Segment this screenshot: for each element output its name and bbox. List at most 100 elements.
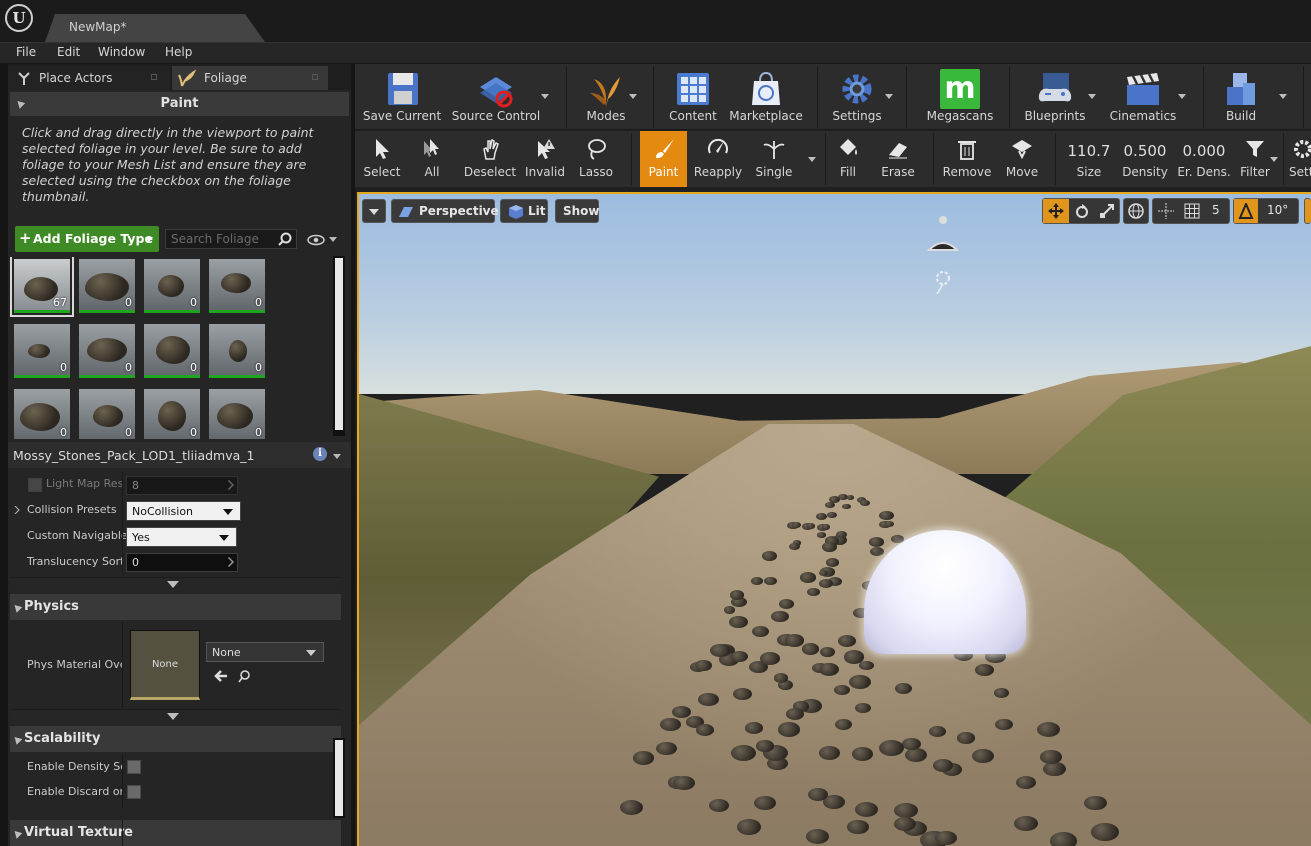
build-dropdown-icon[interactable]: [1279, 94, 1287, 99]
collision-presets-dropdown[interactable]: NoCollision: [126, 501, 241, 521]
select-tool-button[interactable]: Select: [359, 131, 405, 187]
foliage-thumbnail[interactable]: 0: [79, 259, 135, 313]
light-map-checkbox[interactable]: [28, 478, 42, 492]
perspective-button[interactable]: Perspective: [391, 199, 499, 223]
menu-edit[interactable]: Edit: [57, 45, 80, 59]
show-button[interactable]: Show: [555, 199, 600, 223]
expand-arrow-icon[interactable]: [14, 506, 20, 514]
browse-search-icon[interactable]: [238, 670, 251, 683]
settings-dropdown-icon[interactable]: [885, 94, 893, 99]
tab-place-actors[interactable]: Place Actors: [8, 66, 170, 90]
details-scrollbar[interactable]: [333, 738, 345, 818]
foliage-list-scrollbar[interactable]: [333, 256, 345, 436]
blueprints-button[interactable]: Blueprints: [1019, 64, 1091, 130]
build-button[interactable]: Build: [1211, 64, 1271, 130]
chevron-down-icon[interactable]: [332, 452, 342, 462]
map-tab[interactable]: NewMap*: [45, 14, 265, 42]
content-button[interactable]: Content: [661, 64, 725, 130]
use-selected-arrow-icon[interactable]: [214, 670, 228, 682]
phys-material-dropdown[interactable]: None: [206, 642, 324, 662]
menu-file[interactable]: File: [16, 45, 36, 59]
grid-snap-button[interactable]: [1180, 199, 1204, 223]
scrollbar-thumb[interactable]: [335, 740, 343, 816]
menu-help[interactable]: Help: [165, 45, 192, 59]
foliage-thumbnail[interactable]: 0: [14, 389, 70, 439]
foliage-thumbnail[interactable]: 0: [209, 389, 265, 439]
brush-size-field[interactable]: 110.7 Size: [1061, 131, 1117, 187]
world-local-toggle[interactable]: [1123, 198, 1149, 224]
erase-density-field[interactable]: 0.000 Er. Dens.: [1173, 131, 1235, 187]
column-divider[interactable]: [122, 754, 123, 808]
erase-tool-button[interactable]: Erase: [873, 131, 923, 187]
tab-close-icon[interactable]: [312, 74, 318, 80]
info-icon[interactable]: i: [313, 447, 327, 461]
marketplace-button[interactable]: Marketplace: [727, 64, 805, 130]
modes-dropdown-icon[interactable]: [629, 94, 637, 99]
rotation-snap-dropdown[interactable]: 10°: [1259, 199, 1299, 223]
single-instance-button[interactable]: Single: [749, 131, 799, 187]
blueprints-dropdown-icon[interactable]: [1088, 94, 1096, 99]
source-control-button[interactable]: Source Control: [447, 64, 545, 130]
reapply-tool-button[interactable]: Reapply: [693, 131, 743, 187]
megascans-button[interactable]: m Megascans: [923, 64, 997, 130]
source-control-dropdown-icon[interactable]: [541, 94, 549, 99]
save-current-button[interactable]: Save Current: [359, 64, 445, 130]
cinematics-button[interactable]: Cinematics: [1105, 64, 1181, 130]
view-options-dropdown-icon[interactable]: [329, 237, 337, 242]
scale-snap-toggle[interactable]: [1304, 198, 1311, 224]
foliage-thumbnail[interactable]: 0: [209, 324, 265, 378]
single-dropdown-icon[interactable]: [808, 157, 816, 162]
scrollbar-thumb[interactable]: [335, 258, 343, 430]
foliage-thumbnail[interactable]: 67: [10, 257, 74, 317]
advanced-expander[interactable]: [10, 577, 341, 591]
scale-mode-button[interactable]: [1095, 199, 1119, 223]
select-invalid-button[interactable]: Invalid: [521, 131, 569, 187]
search-foliage-input[interactable]: Search Foliage: [165, 229, 297, 249]
lit-button[interactable]: Lit: [500, 199, 548, 223]
paint-section-header[interactable]: Paint: [10, 92, 349, 116]
menu-window[interactable]: Window: [98, 45, 145, 59]
foliage-thumbnail[interactable]: 0: [144, 259, 200, 313]
foliage-settings-button[interactable]: Setti: [1285, 131, 1311, 187]
surface-snap-button[interactable]: [1153, 199, 1179, 223]
discard-checkbox[interactable]: [127, 785, 141, 799]
rotate-mode-button[interactable]: [1070, 199, 1094, 223]
deselect-button[interactable]: Deselect: [459, 131, 521, 187]
lasso-tool-button[interactable]: Lasso: [573, 131, 619, 187]
filter-dropdown-icon[interactable]: [1270, 157, 1278, 162]
translate-mode-button[interactable]: [1043, 199, 1069, 223]
foliage-thumbnail[interactable]: 0: [144, 324, 200, 378]
light-map-field[interactable]: 8: [126, 476, 238, 495]
unreal-logo-icon[interactable]: U: [5, 4, 33, 32]
modes-button[interactable]: Modes: [577, 64, 635, 130]
virtual-texture-category[interactable]: Virtual Texture: [10, 820, 341, 846]
paint-tool-button[interactable]: Paint: [640, 131, 687, 187]
cinematics-dropdown-icon[interactable]: [1178, 94, 1186, 99]
fill-tool-button[interactable]: Fill: [829, 131, 867, 187]
physics-advanced-expander[interactable]: [10, 709, 341, 723]
foliage-thumbnail[interactable]: 0: [14, 324, 70, 378]
physics-category[interactable]: Physics: [10, 594, 341, 620]
rotation-snap-toggle[interactable]: [1234, 199, 1258, 223]
phys-material-thumbnail[interactable]: None: [130, 630, 200, 700]
density-scaling-checkbox[interactable]: [127, 760, 141, 774]
foliage-thumbnail[interactable]: 0: [144, 389, 200, 439]
translucency-sort-field[interactable]: 0: [126, 553, 238, 572]
level-viewport[interactable]: [357, 192, 1311, 846]
sky-light-actor-icon[interactable]: [925, 214, 961, 294]
remove-button[interactable]: Remove: [939, 131, 995, 187]
column-divider[interactable]: [122, 471, 123, 575]
custom-navigable-dropdown[interactable]: Yes: [126, 527, 237, 547]
foliage-thumbnail[interactable]: 0: [79, 389, 135, 439]
eye-icon[interactable]: [307, 234, 325, 246]
scalability-category[interactable]: Scalability: [10, 726, 341, 752]
column-divider[interactable]: [122, 622, 123, 708]
filter-button[interactable]: Filter: [1235, 131, 1275, 187]
viewport-options-button[interactable]: [362, 199, 386, 223]
foliage-thumbnail[interactable]: 0: [209, 259, 265, 313]
tab-foliage[interactable]: Foliage: [172, 66, 328, 90]
grid-size-dropdown[interactable]: 5: [1205, 199, 1229, 223]
paint-density-field[interactable]: 0.500 Density: [1117, 131, 1173, 187]
foliage-thumbnail[interactable]: 0: [79, 324, 135, 378]
select-all-button[interactable]: All: [411, 131, 453, 187]
